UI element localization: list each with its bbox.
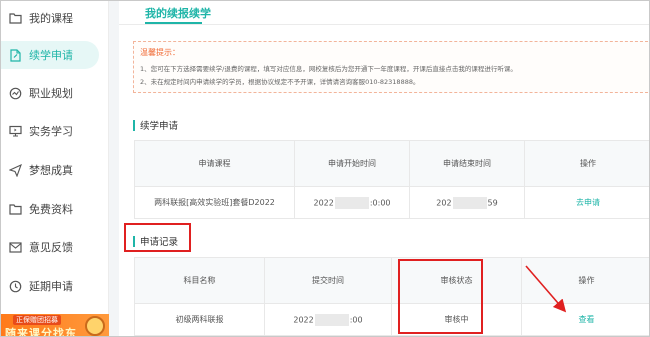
start-time: 2022 :0:00 (294, 186, 410, 219)
tips-title: 温馨提示： (140, 48, 180, 57)
sidebar: 我的课程 续学申请 职业规划 实务学习 梦想成真 免费资料 意见反馈 延期申请 … (1, 1, 109, 337)
submit-time-prefix: 2022 (293, 315, 314, 324)
sidebar-item-label: 梦想成真 (29, 164, 73, 177)
compass-icon (8, 86, 22, 100)
review-status: 审核中 (391, 303, 522, 336)
submit-time-suffix: :00 (349, 315, 363, 324)
end-time-prefix: 202 (436, 198, 452, 207)
renewal-table: 申请课程 申请开始时间 申请结束时间 操作 两科联报[高效实验班]套餐D2022… (134, 140, 649, 219)
end-time-suffix: 59 (487, 198, 498, 207)
subject-name: 初级两科联报 (134, 303, 265, 336)
section-marker (133, 235, 135, 247)
edit-document-icon (8, 48, 22, 62)
sidebar-item-label: 意见反馈 (29, 241, 73, 254)
column-header: 审核状态 (391, 257, 522, 304)
sidebar-item-my-courses[interactable]: 我的课程 (1, 4, 109, 32)
mail-icon (8, 240, 22, 254)
apply-link[interactable]: 去申请 (524, 186, 649, 219)
table-header-row: 申请课程 申请开始时间 申请结束时间 操作 (134, 140, 649, 187)
promo-banner[interactable]: 正保赠团招募 随来课分找东 (1, 314, 109, 337)
sidebar-item-label: 续学申请 (29, 49, 73, 62)
sidebar-item-practice-study[interactable]: 实务学习 (1, 117, 109, 145)
start-time-suffix: :0:00 (369, 198, 391, 207)
sidebar-item-label: 实务学习 (29, 125, 73, 138)
tips-box: 温馨提示： 1、您可在下方选择需要续学/退费的课程，填写对应信息，网校复核后为您… (133, 41, 649, 93)
column-header: 操作 (521, 257, 649, 304)
sidebar-item-career-planning[interactable]: 职业规划 (1, 79, 109, 107)
section-title-text: 续学申请 (140, 121, 179, 132)
redacted-area (452, 196, 487, 209)
monitor-icon (8, 124, 22, 138)
column-header: 科目名称 (134, 257, 265, 304)
section-title-records: 申请记录 (133, 234, 178, 248)
column-header: 提交时间 (264, 257, 392, 304)
promo-text: 随来课分找东 (5, 327, 77, 337)
send-icon (8, 163, 22, 177)
sidebar-item-feedback[interactable]: 意见反馈 (1, 233, 109, 261)
redacted-area (314, 313, 349, 326)
course-name: 两科联报[高效实验班]套餐D2022 (134, 186, 295, 219)
start-time-prefix: 2022 (313, 198, 334, 207)
divider (119, 24, 649, 25)
column-header: 申请结束时间 (409, 140, 525, 187)
tips-line: 1、您可在下方选择需要续学/退费的课程，填写对应信息，网校复核后为您开通下一年度… (140, 65, 517, 73)
sidebar-item-extension-application[interactable]: 延期申请 (1, 272, 109, 300)
main-content: 我的续报续学 温馨提示： 1、您可在下方选择需要续学/退费的课程，填写对应信息，… (119, 1, 649, 336)
folder-icon (8, 11, 22, 25)
table-row: 初级两科联报 2022 :00 审核中 查看 (134, 303, 649, 336)
redacted-area (334, 196, 369, 209)
sidebar-item-dream-come-true[interactable]: 梦想成真 (1, 156, 109, 184)
submit-time: 2022 :00 (264, 303, 392, 336)
sidebar-item-label: 延期申请 (29, 280, 73, 293)
sidebar-item-label: 免费资料 (29, 203, 73, 216)
sidebar-item-label: 职业规划 (29, 87, 73, 100)
table-header-row: 科目名称 提交时间 审核状态 操作 (134, 257, 649, 304)
section-title-text: 申请记录 (140, 237, 179, 248)
sidebar-item-free-materials[interactable]: 免费资料 (1, 195, 109, 223)
mascot-icon (85, 316, 105, 336)
folder-icon (8, 202, 22, 216)
sidebar-item-label: 我的课程 (29, 12, 73, 25)
section-marker (133, 119, 135, 131)
column-header: 申请课程 (134, 140, 295, 187)
column-header: 申请开始时间 (294, 140, 410, 187)
sidebar-item-renewal-application[interactable]: 续学申请 (1, 41, 109, 69)
table-row: 两科联报[高效实验班]套餐D2022 2022 :0:00 202 59 去申请 (134, 186, 649, 219)
promo-tag: 正保赠团招募 (13, 315, 61, 325)
section-title-renewal: 续学申请 (133, 118, 178, 132)
records-table: 科目名称 提交时间 审核状态 操作 初级两科联报 2022 :00 审核中 查看 (134, 257, 649, 336)
view-link[interactable]: 查看 (521, 303, 649, 336)
clock-icon (8, 279, 22, 293)
app-window: 我的课程 续学申请 职业规划 实务学习 梦想成真 免费资料 意见反馈 延期申请 … (0, 0, 650, 337)
end-time: 202 59 (409, 186, 525, 219)
tips-line: 2、未在规定时间内申请续学的学员，根据协议规定不予开课，详情请咨询客服010-8… (140, 78, 420, 86)
column-header: 操作 (524, 140, 649, 187)
page-title[interactable]: 我的续报续学 (145, 5, 211, 21)
